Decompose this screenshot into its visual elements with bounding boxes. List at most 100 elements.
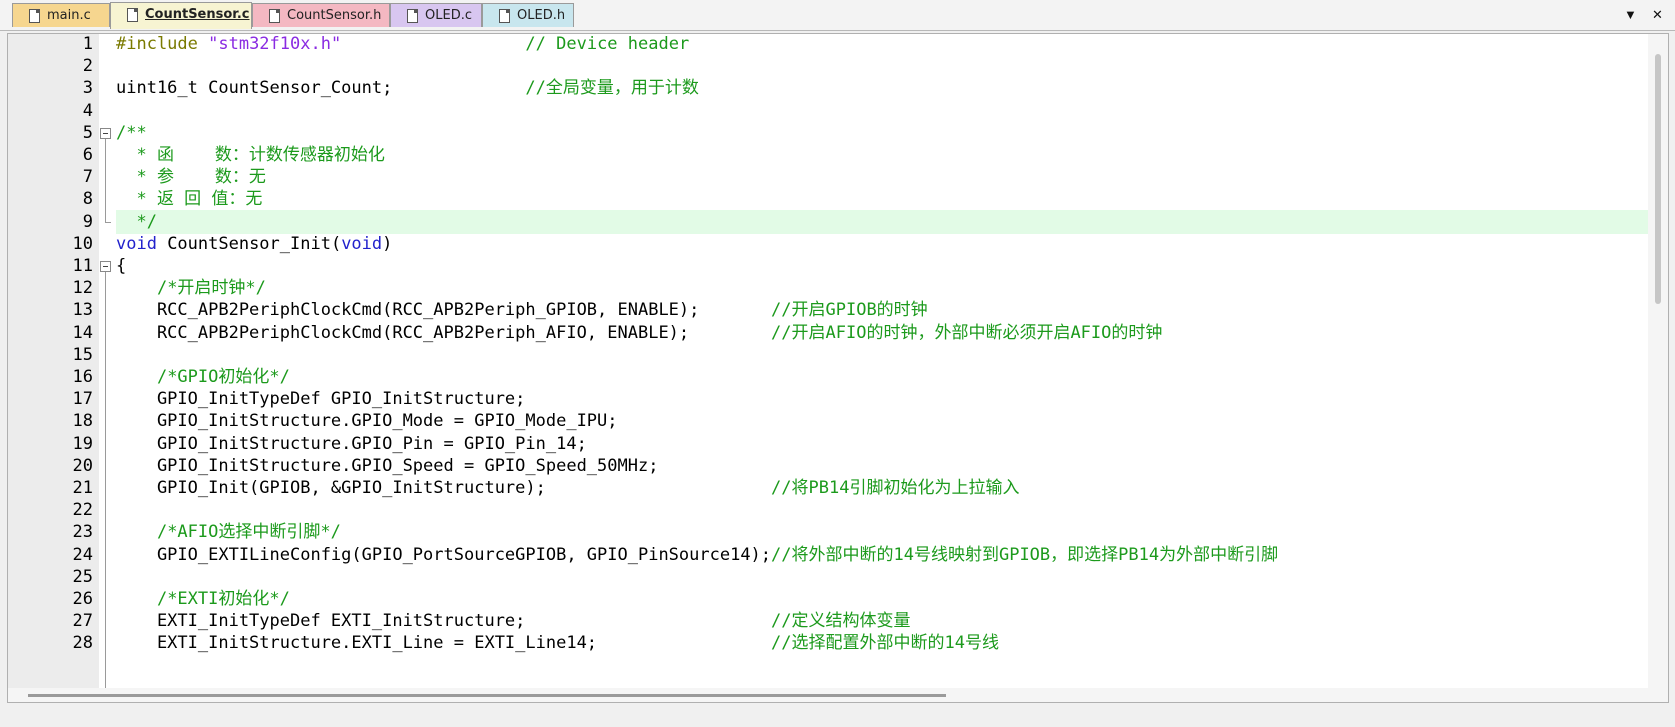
- code-comment: /*GPIO初始化*/: [156, 367, 290, 387]
- line-number: 11: [72, 256, 93, 276]
- code-text: RCC_APB2PeriphClockCmd(RCC_APB2Periph_GP…: [116, 298, 1648, 322]
- code-comment: /*AFIO选择中断引脚*/: [156, 522, 341, 543]
- code-text: #include "stm32f10x.h" // Device header: [116, 34, 1648, 56]
- tab-oled-c[interactable]: OLED.c: [390, 3, 482, 27]
- code-line[interactable]: 17 GPIO_InitTypeDef GPIO_InitStructure;: [8, 387, 1648, 411]
- code-line[interactable]: 24 GPIO_EXTILineConfig(GPIO_PortSourceGP…: [8, 543, 1648, 567]
- code-comment: //全局变量，用于计数: [525, 78, 699, 99]
- code-line[interactable]: 19 GPIO_InitStructure.GPIO_Pin = GPIO_Pi…: [8, 432, 1648, 456]
- code-comment: /**: [116, 122, 147, 143]
- code-line[interactable]: 28 EXTI_InitStructure.EXTI_Line = EXTI_L…: [8, 631, 1648, 655]
- code-comment: * 返 回 值：无: [116, 189, 263, 210]
- line-number: 9: [82, 211, 93, 232]
- horizontal-scrollbar[interactable]: [8, 688, 1648, 702]
- code-line[interactable]: 1 #include "stm32f10x.h" // Device header: [8, 34, 1648, 56]
- code-directive: #include: [116, 34, 209, 54]
- chevron-down-icon[interactable]: ▼: [1624, 7, 1637, 22]
- code-text: * 函 数：计数传感器初始化: [116, 143, 1648, 167]
- code-line[interactable]: 26 /*EXTI初始化*/: [8, 587, 1648, 611]
- code-token: {: [116, 256, 127, 276]
- code-line[interactable]: 10 void CountSensor_Init(void): [8, 232, 1648, 256]
- code-line[interactable]: 22: [8, 498, 1648, 522]
- fold-toggle-icon[interactable]: [100, 127, 111, 139]
- tab-label: CountSensor.c: [145, 7, 250, 22]
- tab-label: OLED.c: [425, 8, 472, 23]
- code-text: /*GPIO初始化*/: [116, 365, 1648, 389]
- tab-label: main.c: [47, 8, 91, 23]
- line-number: 14: [72, 322, 93, 343]
- code-comment: /*开启时钟*/: [156, 278, 266, 299]
- code-line[interactable]: 25: [8, 565, 1648, 589]
- code-line[interactable]: 23 /*AFIO选择中断引脚*/: [8, 520, 1648, 544]
- code-token: EXTI_InitTypeDef EXTI_InitStructure;: [116, 611, 772, 632]
- code-line[interactable]: 4: [8, 99, 1648, 123]
- document-icon: [499, 9, 510, 23]
- code-text: */: [116, 209, 1648, 234]
- vertical-scroll-thumb[interactable]: [1655, 54, 1661, 304]
- code-token: EXTI_InitStructure.EXTI_Line = EXTI_Line…: [116, 633, 772, 654]
- line-number: 21: [72, 478, 93, 498]
- code-comment: * 参 数：无: [116, 167, 266, 188]
- tab-oled-h[interactable]: OLED.h: [482, 3, 574, 27]
- tab-label: OLED.h: [517, 8, 566, 23]
- code-comment: * 函 数：计数传感器初始化: [116, 145, 385, 165]
- code-text: GPIO_InitStructure.GPIO_Pin = GPIO_Pin_1…: [116, 432, 1648, 456]
- horizontal-scroll-thumb[interactable]: [28, 694, 946, 697]
- tab-countsensor-h[interactable]: CountSensor.h: [252, 3, 390, 27]
- code-comment: /*EXTI初始化*/: [156, 589, 290, 609]
- code-comment: */: [116, 211, 157, 232]
- line-number: 28: [72, 633, 93, 654]
- code-comment: // Device header: [525, 34, 690, 54]
- code-line[interactable]: 12 /*开启时钟*/: [8, 276, 1648, 300]
- code-line[interactable]: 8 * 返 回 值：无: [8, 187, 1648, 211]
- document-icon: [407, 9, 418, 23]
- line-number: 19: [72, 433, 93, 454]
- code-line[interactable]: 6 * 函 数：计数传感器初始化: [8, 143, 1648, 167]
- fold-guide: [105, 272, 106, 702]
- code-line[interactable]: 15: [8, 343, 1648, 367]
- code-text: EXTI_InitStructure.EXTI_Line = EXTI_Line…: [116, 631, 1648, 655]
- line-number: 26: [72, 589, 93, 609]
- code-token: CountSensor_Init(: [156, 233, 342, 254]
- tab-main-c[interactable]: main.c: [12, 3, 110, 27]
- code-token: GPIO_InitStructure.GPIO_Mode = GPIO_Mode…: [116, 411, 618, 432]
- code-text: GPIO_EXTILineConfig(GPIO_PortSourceGPIOB…: [116, 543, 1648, 567]
- code-line[interactable]: 3 uint16_t CountSensor_Count; //全局变量，用于计数: [8, 76, 1648, 100]
- code-line[interactable]: 14 RCC_APB2PeriphClockCmd(RCC_APB2Periph…: [8, 321, 1648, 345]
- code-line[interactable]: 18 GPIO_InitStructure.GPIO_Mode = GPIO_M…: [8, 409, 1648, 433]
- code-line[interactable]: 20 GPIO_InitStructure.GPIO_Speed = GPIO_…: [8, 454, 1648, 478]
- vertical-scrollbar[interactable]: [1648, 34, 1668, 702]
- line-number: 2: [82, 56, 93, 77]
- code-text: {: [116, 254, 1648, 278]
- code-line[interactable]: 2: [8, 54, 1648, 78]
- code-line[interactable]: 7 * 参 数：无: [8, 165, 1648, 189]
- code-line[interactable]: 16 /*GPIO初始化*/: [8, 365, 1648, 389]
- code-line[interactable]: 5 /**: [8, 121, 1648, 145]
- code-line[interactable]: 9 */: [8, 209, 1648, 234]
- fold-toggle-icon[interactable]: [100, 261, 111, 272]
- code-text: * 返 回 值：无: [116, 187, 1648, 211]
- code-line[interactable]: 13 RCC_APB2PeriphClockCmd(RCC_APB2Periph…: [8, 298, 1648, 322]
- line-number: 17: [72, 389, 93, 410]
- code-line[interactable]: 11 {: [8, 254, 1648, 278]
- line-number: 22: [72, 500, 93, 521]
- code-token: ): [382, 233, 393, 254]
- code-line[interactable]: 21 GPIO_Init(GPIOB, &GPIO_InitStructure)…: [8, 476, 1648, 500]
- code-line[interactable]: 27 EXTI_InitTypeDef EXTI_InitStructure; …: [8, 609, 1648, 633]
- fold-end-marker: [105, 221, 111, 223]
- tab-label: CountSensor.h: [287, 8, 382, 23]
- line-number: 27: [72, 611, 93, 632]
- code-text: /**: [116, 121, 1648, 145]
- close-icon[interactable]: ✕: [1652, 7, 1663, 23]
- tab-countsensor-c[interactable]: CountSensor.c: [110, 2, 252, 29]
- line-number: 10: [72, 233, 93, 254]
- code-text: void CountSensor_Init(void): [116, 232, 1648, 256]
- code-text: uint16_t CountSensor_Count; //全局变量，用于计数: [116, 76, 1648, 100]
- line-number: 16: [72, 367, 93, 387]
- code-editor[interactable]: 1 #include "stm32f10x.h" // Device header…: [7, 33, 1669, 703]
- line-number: 3: [82, 78, 93, 99]
- code-token: GPIO_InitStructure.GPIO_Pin = GPIO_Pin_1…: [116, 433, 587, 454]
